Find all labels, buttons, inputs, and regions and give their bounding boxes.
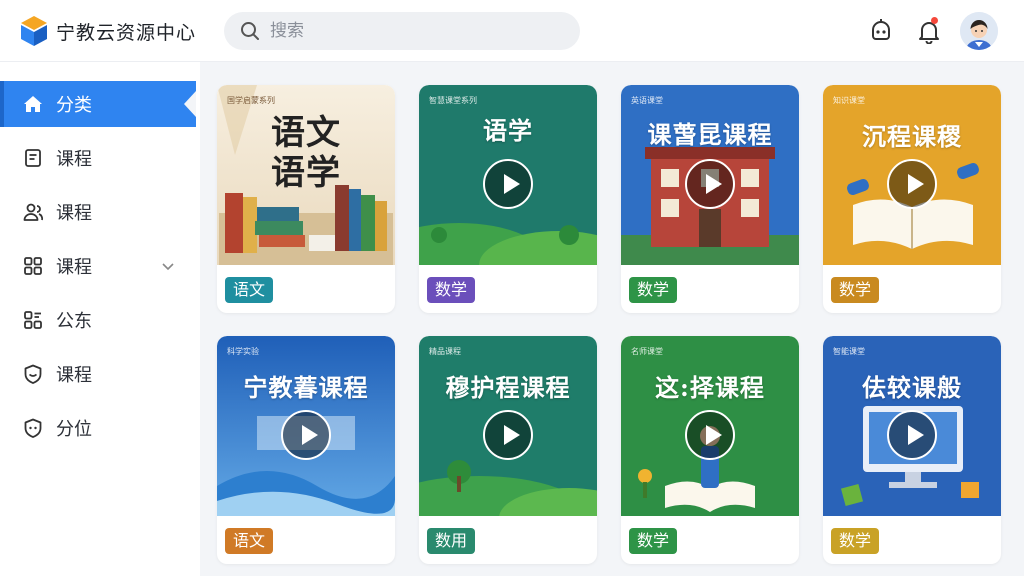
top-header: 宁教云资源中心 — [0, 0, 1024, 62]
thumbnail-caption: 名师课堂 — [631, 347, 663, 356]
sidebar-item-public[interactable]: 公东 — [0, 297, 196, 343]
thumbnail-caption: 英语课堂 — [631, 96, 663, 105]
thumbnail-title: 穆护程课程 — [445, 373, 571, 402]
course-card[interactable]: 英语课堂 课萅昆课程 数学 — [621, 85, 799, 313]
thumbnail-title: 佉较课般 — [862, 373, 962, 402]
search-icon — [241, 22, 259, 40]
subject-tag: 数学 — [831, 277, 880, 303]
subject-tag: 数学 — [629, 277, 678, 303]
thumbnail-title: 语文 语学 — [271, 113, 341, 193]
sidebar: 分类 课程 课程 课程 公东 课程 分位 — [0, 62, 200, 576]
course-thumbnail[interactable]: 英语课堂 课萅昆课程 — [621, 85, 799, 265]
sidebar-item-label: 分类 — [56, 95, 92, 116]
thumbnail-caption: 科学实验 — [227, 347, 259, 356]
play-button[interactable] — [685, 159, 735, 209]
subject-tag: 数用 — [427, 528, 476, 554]
sidebar-item-course-3[interactable]: 课程 — [0, 243, 196, 289]
thumbnail-title: 沉程课稷 — [862, 122, 962, 151]
course-thumbnail[interactable]: 科学实验 宁教萶课程 — [217, 336, 395, 516]
sidebar-item-label: 分位 — [56, 419, 92, 440]
course-card[interactable]: 智能课堂 佉较课般 数学 — [823, 336, 1001, 564]
course-card[interactable]: 知识课堂 沉程课稷 数学 — [823, 85, 1001, 313]
home-icon — [24, 96, 42, 112]
thumbnail-title: 这:择课程 — [655, 373, 765, 402]
course-thumbnail[interactable]: 国学启蒙系列 语文 语学 — [217, 85, 395, 265]
course-card[interactable]: 国学启蒙系列 语文 语学 语文 — [217, 85, 395, 313]
shield-chat-icon — [24, 364, 42, 384]
thumbnail-caption: 精品课程 — [429, 347, 461, 356]
user-avatar[interactable] — [960, 12, 998, 50]
subject-tag: 数学 — [629, 528, 678, 554]
thumbnail-caption: 智慧课堂系列 — [429, 96, 477, 105]
sidebar-item-label: 公东 — [56, 311, 92, 332]
notification-bell-icon[interactable] — [916, 18, 942, 44]
subject-tag: 语文 — [225, 277, 274, 303]
app-logo-icon[interactable] — [20, 15, 48, 47]
sidebar-item-label: 课程 — [56, 257, 92, 278]
sidebar-item-course-1[interactable]: 课程 — [0, 135, 196, 181]
course-thumbnail[interactable]: 智慧课堂系列 语学 — [419, 85, 597, 265]
search-bar[interactable] — [224, 12, 580, 50]
course-thumbnail[interactable]: 名师课堂 这:择课程 — [621, 336, 799, 516]
thumbnail-title: 宁教萶课程 — [243, 373, 369, 402]
search-input[interactable] — [270, 21, 550, 41]
apps-icon — [24, 311, 42, 329]
play-button[interactable] — [887, 159, 937, 209]
subject-tag: 语文 — [225, 528, 274, 554]
play-button[interactable] — [685, 410, 735, 460]
avatar-icon — [960, 12, 998, 50]
sidebar-item-label: 课程 — [56, 203, 92, 224]
sidebar-item-position[interactable]: 分位 — [0, 405, 196, 451]
thumbnail-title: 课萅昆课程 — [647, 120, 773, 149]
thumbnail-caption: 智能课堂 — [833, 347, 865, 356]
sidebar-item-course-4[interactable]: 课程 — [0, 351, 196, 397]
course-card[interactable]: 精品课程 穆护程课程 数用 — [419, 336, 597, 564]
thumbnail-title: 语学 — [483, 116, 533, 145]
thumbnail-caption: 知识课堂 — [833, 96, 865, 105]
play-button[interactable] — [887, 410, 937, 460]
sidebar-item-label: 课程 — [56, 365, 92, 386]
play-button[interactable] — [483, 159, 533, 209]
chevron-down-icon[interactable] — [160, 258, 176, 274]
subject-tag: 数学 — [427, 277, 476, 303]
grid-icon — [24, 257, 42, 275]
play-button[interactable] — [281, 410, 331, 460]
course-card[interactable]: 科学实验 宁教萶课程 语文 — [217, 336, 395, 564]
course-card[interactable]: 名师课堂 这:择课程 数学 — [621, 336, 799, 564]
users-icon — [23, 203, 44, 221]
sidebar-item-category[interactable]: 分类 — [0, 81, 196, 127]
shield-chat-icon — [24, 418, 42, 438]
thumbnail-caption: 国学启蒙系列 — [227, 96, 275, 105]
assistant-bot-icon[interactable] — [868, 18, 894, 44]
app-title: 宁教云资源中心 — [56, 22, 197, 44]
course-thumbnail[interactable]: 知识课堂 沉程课稷 — [823, 85, 1001, 265]
course-card[interactable]: 智慧课堂系列 语学 数学 — [419, 85, 597, 313]
subject-tag: 数学 — [831, 528, 880, 554]
notification-badge — [931, 17, 938, 24]
course-thumbnail[interactable]: 智能课堂 佉较课般 — [823, 336, 1001, 516]
sidebar-item-label: 课程 — [56, 149, 92, 170]
course-thumbnail[interactable]: 精品课程 穆护程课程 — [419, 336, 597, 516]
play-button[interactable] — [483, 410, 533, 460]
sidebar-item-course-2[interactable]: 课程 — [0, 189, 196, 235]
document-icon — [25, 149, 41, 167]
